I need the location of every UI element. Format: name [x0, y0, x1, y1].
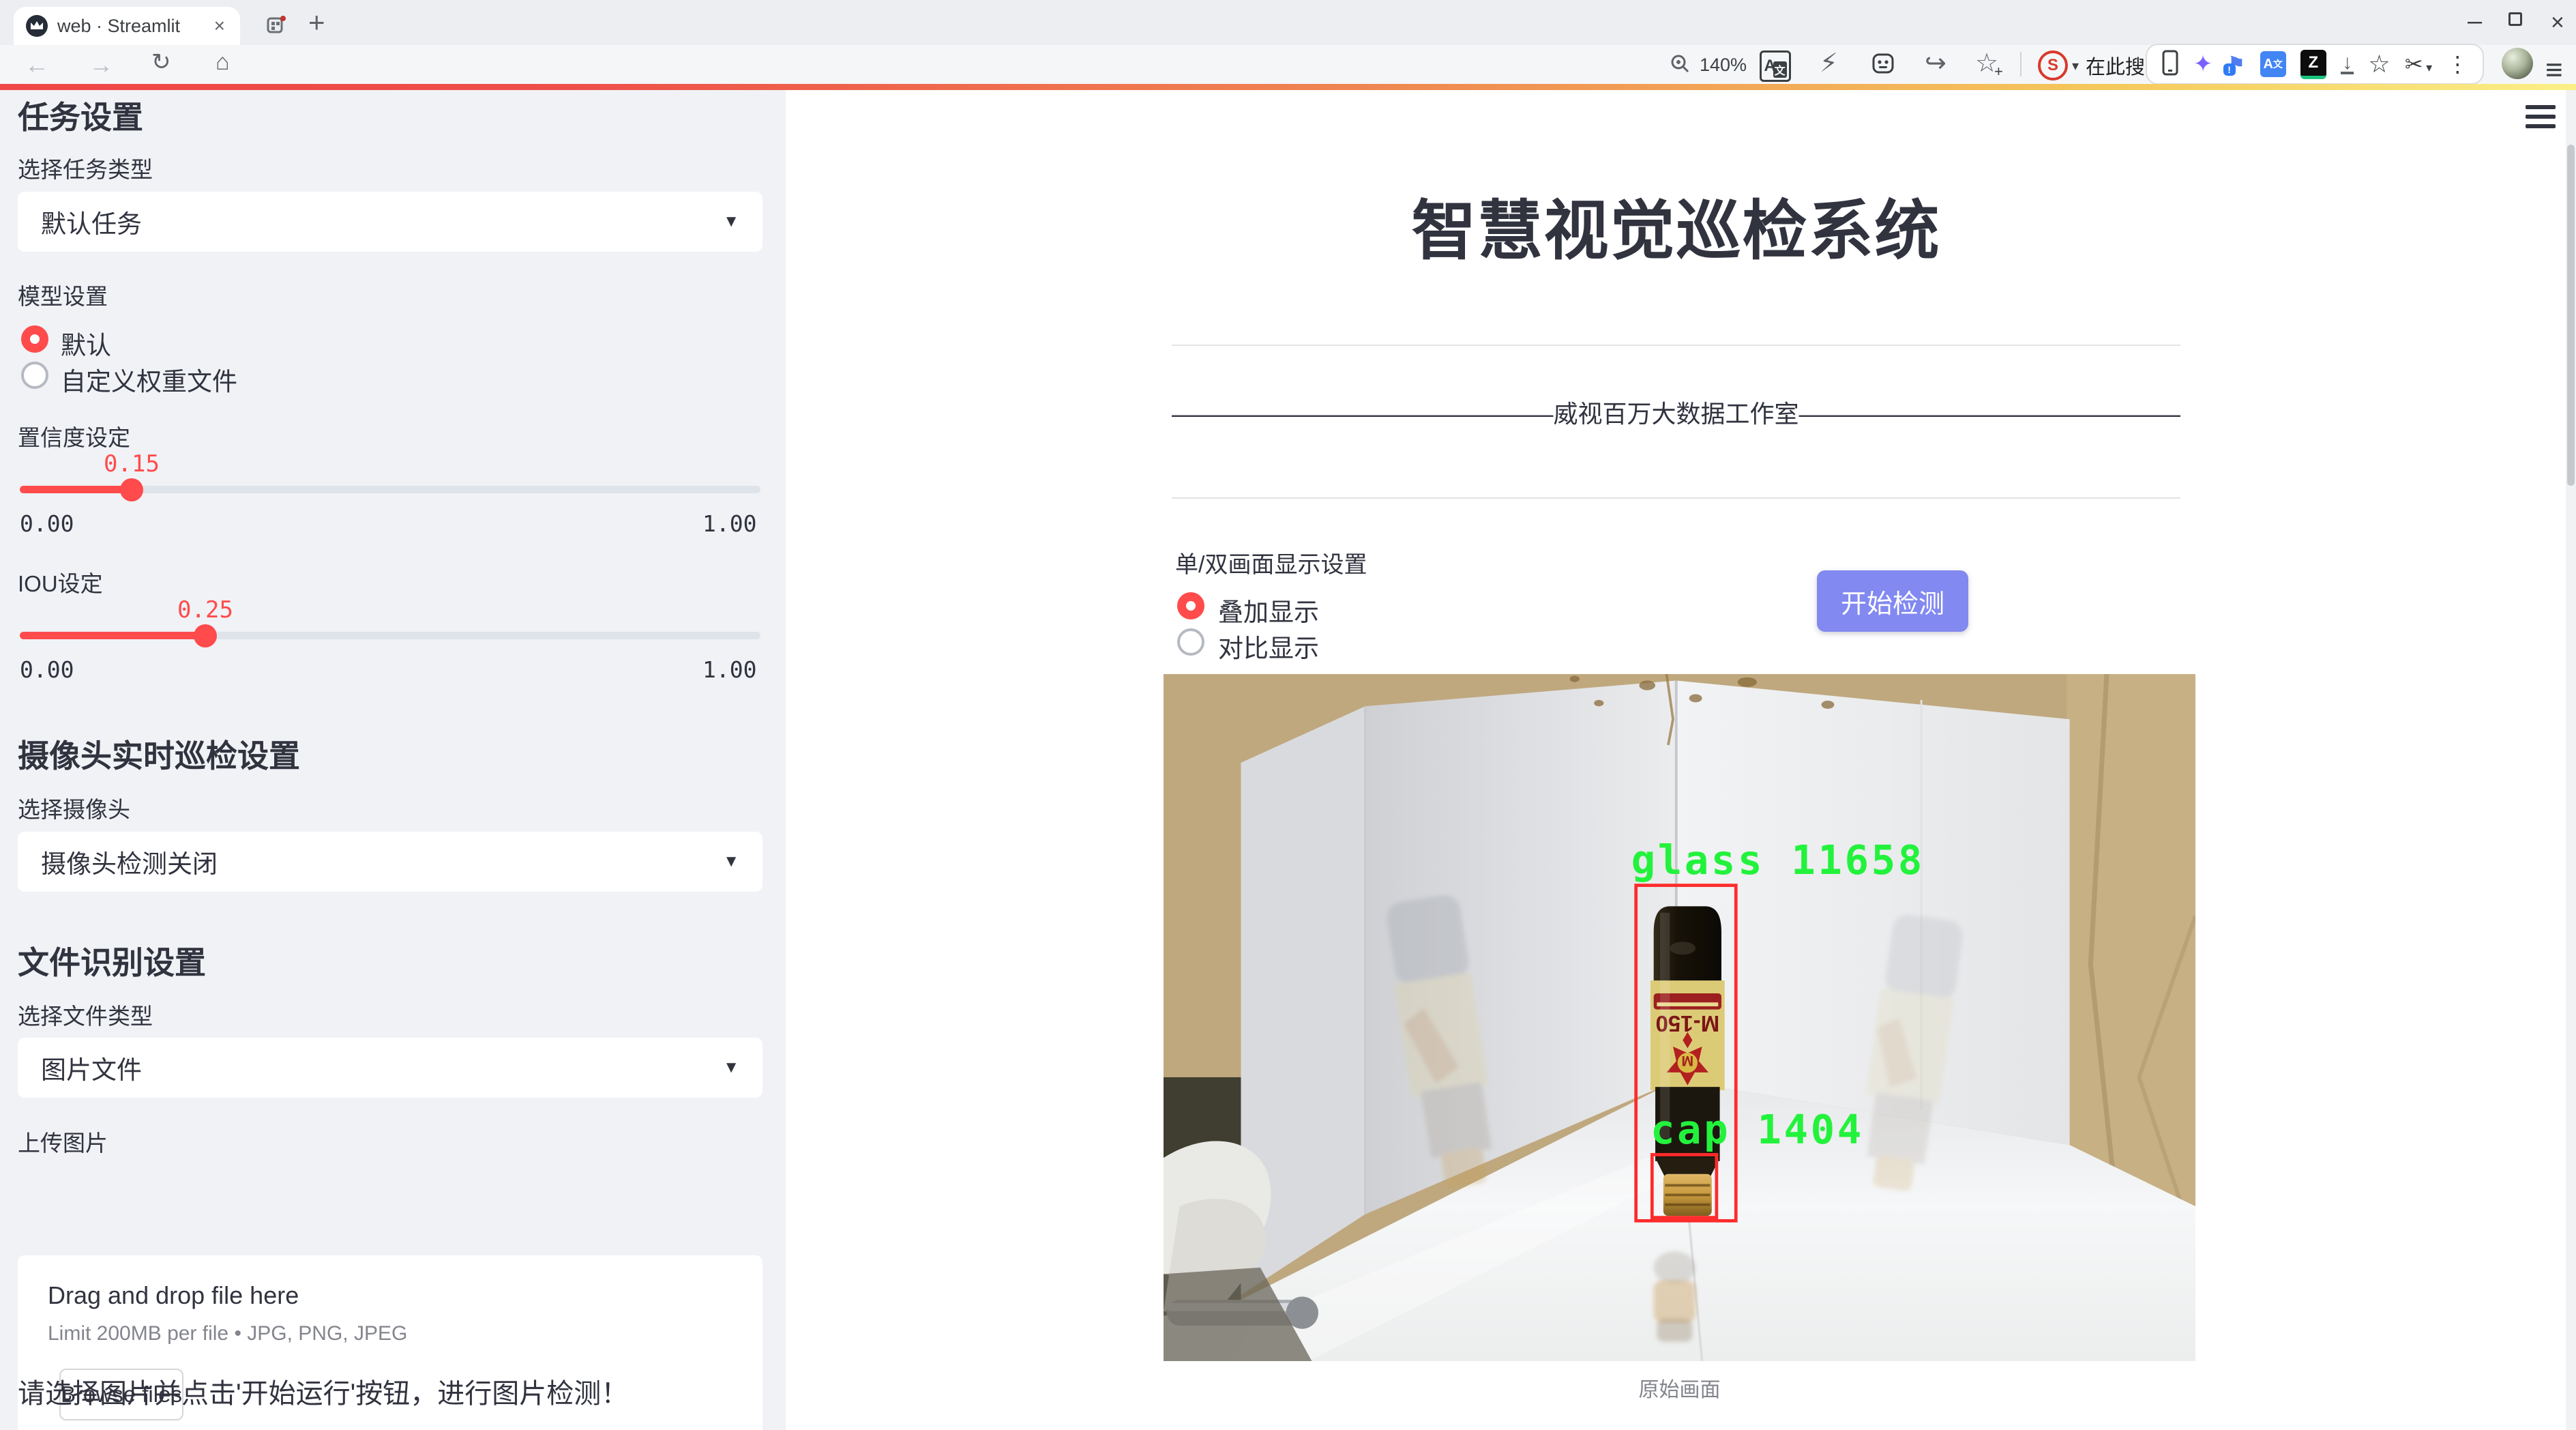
detection-image: M-150 M — [1164, 674, 2195, 1361]
svg-text:M: M — [1681, 1053, 1693, 1069]
model-label: 模型设置 — [18, 278, 108, 311]
browser-menu-icon[interactable]: ≡ — [2545, 53, 2563, 87]
forward-icon[interactable]: → — [89, 50, 113, 79]
browser-window: web · Streamlit × + – × ← → ↻ ⌂ localhos… — [0, 0, 2576, 1430]
page-title: 智慧视觉巡检系统 — [1172, 179, 2180, 272]
window-close-button[interactable]: × — [2551, 10, 2564, 36]
zoom-lens-icon[interactable] — [1670, 53, 1690, 77]
window-minimize-button[interactable]: – — [2468, 7, 2482, 36]
dropzone-title: Drag and drop file here — [48, 1281, 732, 1310]
tab-close-icon[interactable]: × — [211, 15, 228, 37]
scrollbar-thumb[interactable] — [2567, 145, 2575, 486]
z-extension-icon[interactable]: Z — [2300, 50, 2326, 79]
file-type-value: 图片文件 — [41, 1049, 723, 1086]
app-menu-icon[interactable] — [2526, 105, 2556, 134]
crown-icon — [30, 20, 44, 31]
iou-min: 0.00 — [20, 656, 74, 683]
engine-caret-icon: ▾ — [2072, 57, 2079, 74]
iou-slider-fill — [20, 632, 205, 639]
divider-bottom — [1172, 497, 2180, 499]
section-camera-title: 摄像头实时巡检设置 — [18, 731, 300, 776]
streamlit-favicon-icon — [26, 15, 48, 37]
chevron-down-icon: ▼ — [723, 1058, 739, 1077]
iou-value: 0.25 — [158, 596, 253, 624]
tab-strip: web · Streamlit × + – × — [0, 0, 2576, 45]
radio-model-custom[interactable] — [21, 362, 48, 389]
streamlit-decoration-bar — [0, 84, 2576, 90]
confidence-value: 0.15 — [84, 450, 179, 478]
sidebar: 任务设置 选择任务类型 默认任务 ▼ 模型设置 默认 自定义权重文件 置信度设定… — [0, 90, 786, 1430]
task-type-value: 默认任务 — [41, 203, 723, 240]
more-options-icon[interactable]: ⋮ — [2446, 51, 2468, 77]
radio-model-custom-label[interactable]: 自定义权重文件 — [61, 361, 237, 398]
start-detection-button[interactable]: 开始检测 — [1817, 570, 1968, 632]
confidence-slider-fill — [20, 486, 132, 493]
zoom-level[interactable]: 140% — [1700, 55, 1747, 76]
upload-label: 上传图片 — [18, 1125, 108, 1158]
bookmark-star-icon[interactable]: ☆ — [2368, 50, 2390, 78]
sparkle-extension-icon[interactable]: ✦ — [2193, 50, 2213, 78]
screenshot-scissors-icon[interactable]: ✂ ▾ — [2405, 51, 2432, 77]
section-file-title: 文件识别设置 — [18, 938, 206, 983]
iou-label: IOU设定 — [18, 566, 103, 598]
translate-icon[interactable]: A 文 — [1760, 50, 1791, 82]
task-type-label: 选择任务类型 — [18, 151, 153, 184]
bottle: M-150 M — [1650, 906, 1725, 1216]
display-mode-label: 单/双画面显示设置 — [1175, 546, 1367, 579]
plugin-face-icon[interactable] — [1870, 50, 1896, 80]
radio-model-default-label[interactable]: 默认 — [61, 325, 111, 362]
radio-display-compare[interactable] — [1177, 628, 1204, 656]
download-icon[interactable]: ↓ — [2341, 55, 2354, 74]
translate-extension-icon[interactable]: A文 — [2260, 51, 2286, 77]
detection-label-cap: cap 1404 — [1650, 1106, 1864, 1153]
radio-model-default[interactable] — [21, 325, 48, 353]
camera-value: 摄像头检测关闭 — [41, 843, 723, 880]
phone-icon[interactable] — [2161, 49, 2179, 80]
sidebar-footer-note: 请选择图片并点击'开始运行'按钮，进行图片检测！ — [18, 1371, 628, 1411]
camera-select[interactable]: 摄像头检测关闭 ▼ — [18, 832, 763, 892]
tab-group-icon[interactable] — [266, 15, 286, 39]
share-arrow-icon[interactable]: ↪ — [1925, 50, 1946, 76]
toolbar-divider — [2020, 52, 2022, 76]
section-task-title: 任务设置 — [18, 93, 143, 138]
browser-tab[interactable]: web · Streamlit × — [14, 7, 240, 45]
image-caption: 原始画面 — [1164, 1373, 2195, 1403]
chevron-down-icon: ▼ — [723, 852, 739, 871]
back-icon[interactable]: ← — [25, 50, 49, 79]
file-type-label: 选择文件类型 — [18, 998, 153, 1031]
new-tab-button[interactable]: + — [308, 8, 325, 37]
profile-avatar[interactable] — [2502, 48, 2533, 79]
dropzone-hint: Limit 200MB per file • JPG, PNG, JPEG — [48, 1322, 732, 1345]
chevron-down-icon: ▼ — [723, 212, 739, 231]
confidence-slider-thumb[interactable] — [120, 478, 143, 501]
bookmark-star-add-icon[interactable]: ☆ + — [1975, 50, 1998, 76]
home-icon[interactable]: ⌂ — [216, 50, 230, 74]
flag-extension-icon[interactable]: ⚑ ! — [2227, 53, 2246, 76]
lightning-icon[interactable]: ⚡ — [1820, 50, 1838, 76]
confidence-label: 置信度设定 — [18, 420, 130, 452]
reload-icon[interactable]: ↻ — [151, 50, 171, 74]
engine-logo-icon: S — [2038, 50, 2068, 81]
detection-scene: M-150 M — [1164, 674, 2195, 1361]
radio-display-overlay-label[interactable]: 叠加显示 — [1218, 592, 1319, 628]
radio-display-overlay[interactable] — [1177, 592, 1204, 619]
detection-label-glass: glass 11658 — [1631, 836, 1925, 884]
cap-reflection — [1654, 1251, 1696, 1341]
file-type-select[interactable]: 图片文件 ▼ — [18, 1038, 763, 1098]
confidence-min: 0.00 — [20, 510, 74, 537]
extensions-pill: ✦ ⚑ ! A文 Z ↓ ☆ ✂ ▾ ⋮ — [2146, 44, 2484, 85]
task-type-select[interactable]: 默认任务 ▼ — [18, 192, 763, 252]
iou-slider-thumb[interactable] — [194, 624, 217, 647]
studio-divider-text: ——————————————————威视百万大数据工作室————————————… — [1172, 394, 2180, 431]
divider-top — [1172, 345, 2180, 346]
page-scrollbar[interactable] — [2566, 90, 2576, 1430]
tab-title: web · Streamlit — [57, 16, 211, 37]
iou-max: 1.00 — [702, 656, 756, 683]
camera-label: 选择摄像头 — [18, 791, 130, 824]
confidence-max: 1.00 — [702, 510, 756, 537]
radio-display-compare-label[interactable]: 对比显示 — [1218, 628, 1319, 665]
window-restore-button[interactable] — [2508, 12, 2522, 26]
